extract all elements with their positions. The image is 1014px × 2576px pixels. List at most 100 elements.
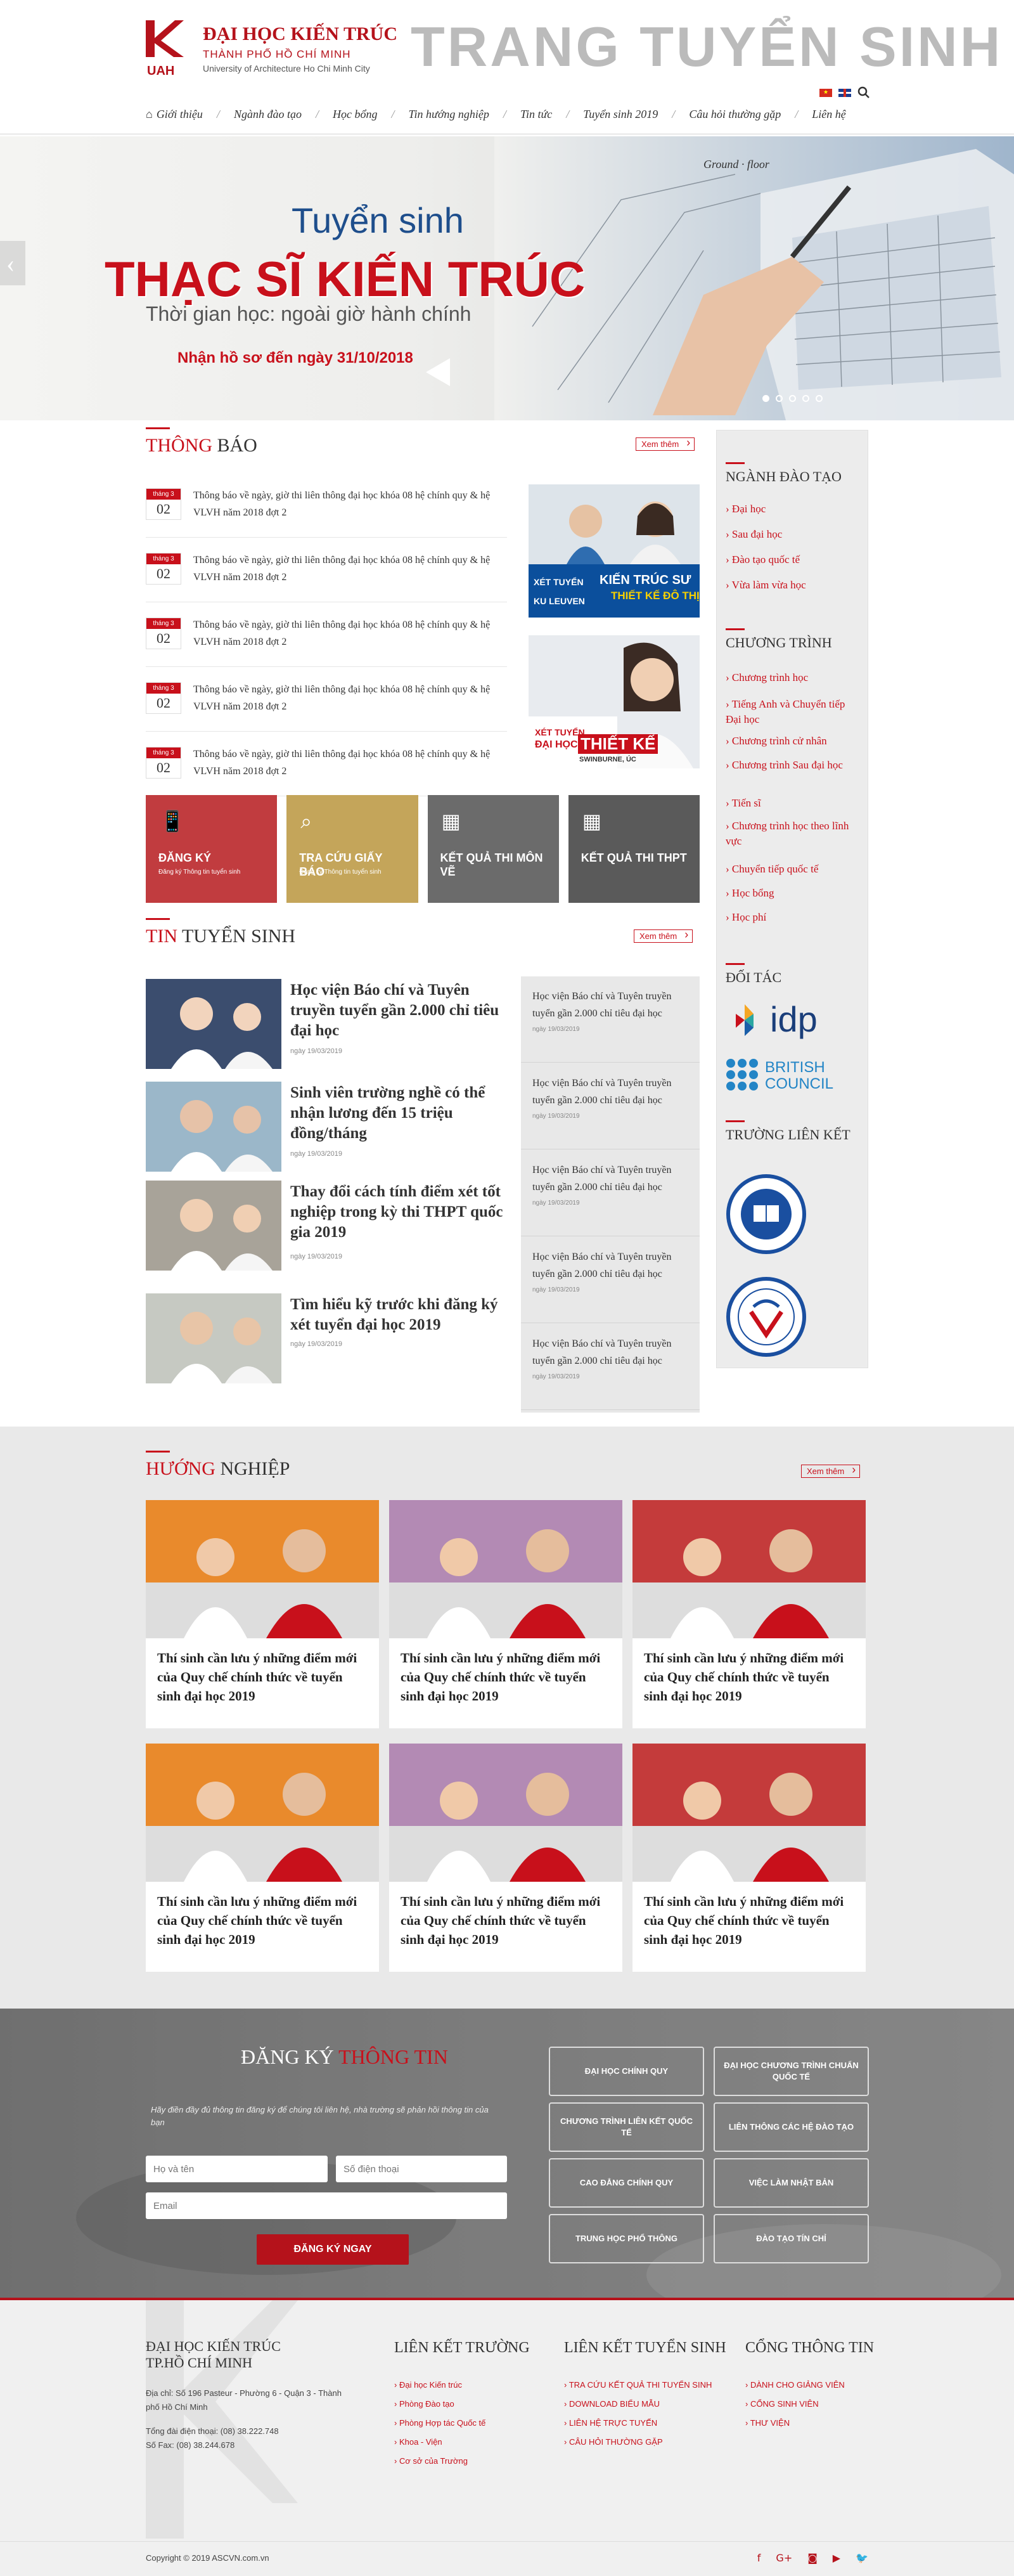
news-item[interactable]: Thay đổi cách tính điểm xét tốt nghiệp t… [146, 1181, 503, 1271]
vietnamese-flag-icon[interactable] [819, 88, 832, 97]
footer-link[interactable]: Đại học Kiến trúc [394, 2380, 462, 2390]
career-card[interactable]: Thí sinh cần lưu ý những điểm mới của Qu… [632, 1500, 866, 1728]
search-icon[interactable] [857, 86, 870, 99]
email-input[interactable] [146, 2192, 507, 2219]
news-more-link[interactable]: Xem thêm [634, 928, 693, 943]
sidebar-training-link[interactable]: Đào tạo quốc tế [726, 552, 859, 567]
hero-slide-dot[interactable] [802, 395, 809, 402]
career-card[interactable]: Thí sinh cần lưu ý những điểm mới của Qu… [146, 1500, 379, 1728]
program-link-button[interactable]: VIỆC LÀM NHẬT BẢN [714, 2158, 869, 2208]
hero-prev-arrow-icon[interactable] [0, 241, 25, 285]
notices-more-link[interactable]: Xem thêm [636, 436, 695, 451]
sidebar-program-link[interactable]: Chương trình học [726, 670, 859, 685]
phone-input[interactable] [336, 2156, 507, 2182]
quick-tile[interactable]: 📱 ĐĂNG KÝ Đăng ký Thông tin tuyển sinh [146, 795, 278, 903]
nav-item[interactable]: Tuyển sinh 2019 [583, 108, 658, 121]
idp-logo[interactable]: idp [726, 999, 840, 1039]
program-link-button[interactable]: ĐẠI HỌC CHÍNH QUY [549, 2047, 704, 2096]
footer-link[interactable]: CỔNG SINH VIÊN [745, 2399, 819, 2409]
quick-tile[interactable]: ▦ KẾT QUẢ THI THPT [568, 795, 700, 903]
news-title[interactable]: Học viện Báo chí và Tuyên truyền tuyển g… [290, 980, 506, 1041]
side-news-item[interactable]: Học viện Báo chí và Tuyên truyền tuyển g… [521, 976, 700, 1063]
sidebar-program-link[interactable]: Chương trình Sau đại học [726, 758, 859, 773]
sidebar-program-link[interactable]: Chương trình học theo lĩnh vực [726, 819, 859, 849]
footer-link[interactable]: LIÊN HỆ TRỰC TUYẾN [564, 2418, 657, 2428]
program-link-button[interactable]: ĐẠI HỌC CHƯƠNG TRÌNH CHUẨN QUỐC TẾ [714, 2047, 869, 2096]
program-link-button[interactable]: LIÊN THÔNG CÁC HỆ ĐÀO TẠO [714, 2102, 869, 2152]
sidebar-program-link[interactable]: Chuyển tiếp quốc tế [726, 862, 859, 877]
side-news-item[interactable]: Học viện Báo chí và Tuyên truyền tuyển g… [521, 1150, 700, 1236]
nav-item[interactable]: Tin tức [520, 108, 552, 121]
footer-link[interactable]: DOWNLOAD BIỂU MẪU [564, 2399, 660, 2409]
career-card[interactable]: Thí sinh cần lưu ý những điểm mới của Qu… [389, 1744, 622, 1972]
sidebar-program-link[interactable]: Tiếng Anh và Chuyển tiếp Đại học [726, 697, 859, 727]
english-flag-icon[interactable] [838, 88, 851, 97]
footer-link[interactable]: Phòng Hợp tác Quốc tế [394, 2418, 485, 2428]
ad-ku-leuven[interactable]: XÉT TUYỂN KIẾN TRÚC SƯ THIẾT KẾ ĐÔ THỊ K… [529, 484, 700, 618]
career-card[interactable]: Thí sinh cần lưu ý những điểm mới của Qu… [389, 1500, 622, 1728]
footer-link[interactable]: TRA CỨU KẾT QUẢ THI TUYỂN SINH [564, 2380, 712, 2390]
news-item[interactable]: Học viện Báo chí và Tuyên truyền tuyển g… [146, 979, 501, 1069]
footer-link[interactable]: Cơ sở của Trường [394, 2456, 468, 2466]
main-nav: ⌂ Giới thiệu / Ngành đào tạo / Học bổng / Tin … [146, 108, 868, 121]
news-title[interactable]: Tìm hiểu kỹ trước khi đăng ký xét tuyển … [290, 1295, 506, 1335]
careers-more-link[interactable]: Xem thêm [801, 1463, 861, 1478]
career-card[interactable]: Thí sinh cần lưu ý những điểm mới của Qu… [632, 1744, 866, 1972]
footer-link[interactable]: DÀNH CHO GIẢNG VIÊN [745, 2380, 845, 2390]
hero-banner[interactable]: Ground · floor Tuyển sinh THẠC SĨ KIẾN T… [0, 136, 1014, 420]
program-link-button[interactable]: TRUNG HỌC PHỔ THÔNG [549, 2214, 704, 2263]
sidebar-program-link[interactable]: Tiến sĩ [726, 796, 859, 811]
sidebar-training-link[interactable]: Đại học [726, 502, 859, 517]
sidebar-training-link[interactable]: Vừa làm vừa học [726, 578, 859, 593]
hero-slide-dot[interactable] [816, 395, 823, 402]
hero-slide-dot[interactable] [762, 395, 769, 402]
twitter-icon[interactable]: 🐦 [856, 2552, 868, 2564]
nav-item[interactable]: Học bổng [333, 108, 378, 121]
footer-link[interactable]: Phòng Đào tạo [394, 2399, 454, 2409]
instagram-icon[interactable]: ◙ [807, 2552, 818, 2564]
sidebar-program-link[interactable]: Học bổng [726, 886, 859, 901]
career-card[interactable]: Thí sinh cần lưu ý những điểm mới của Qu… [146, 1744, 379, 1972]
quick-tile[interactable]: ▦ KẾT QUẢ THI MÔN VẼ [427, 795, 559, 903]
name-input[interactable] [146, 2156, 328, 2182]
ad-swinburne[interactable]: XÉT TUYỂN ĐẠI HỌC THIẾT KẾ SWINBURNE, ÚC [529, 635, 700, 768]
notice-item[interactable]: tháng 3 02 Thông báo về ngày, giờ thi liên… [146, 483, 507, 538]
hero-slide-dot[interactable] [776, 395, 783, 402]
sidebar-program-link[interactable]: Học phí [726, 910, 859, 925]
notice-item[interactable]: tháng 3 02 Thông báo về ngày, giờ thi liên… [146, 742, 507, 796]
notice-item[interactable]: tháng 3 02 Thông báo về ngày, giờ thi liên… [146, 548, 507, 602]
footer-link[interactable]: CÂU HỎI THƯỜNG GẶP [564, 2437, 663, 2447]
program-link-button[interactable]: ĐÀO TẠO TÍN CHỈ [714, 2214, 869, 2263]
news-item[interactable]: Sinh viên trường nghề có thể nhận lương … [146, 1082, 501, 1172]
side-news-item[interactable]: Học viện Báo chí và Tuyên truyền tuyển g… [521, 1063, 700, 1149]
quick-tile[interactable]: ⌕ TRA CỨU GIẤY BÁO Đăng ký Thông tin tuyển… [286, 795, 418, 903]
google-plus-icon[interactable]: G+ [776, 2552, 792, 2564]
news-item[interactable]: Tìm hiểu kỹ trước khi đăng ký xét tuyển … [146, 1293, 501, 1383]
hufi-seal-logo[interactable] [726, 1174, 807, 1255]
facebook-icon[interactable]: f [757, 2552, 761, 2564]
youtube-icon[interactable]: ▶ [833, 2552, 840, 2564]
program-link-button[interactable]: CAO ĐẲNG CHÍNH QUY [549, 2158, 704, 2208]
nav-item[interactable]: Liên hệ [812, 108, 846, 121]
footer-link[interactable]: Khoa - Viện [394, 2437, 442, 2447]
news-title[interactable]: Thay đổi cách tính điểm xét tốt nghiệp t… [290, 1182, 506, 1243]
notice-item[interactable]: tháng 3 02 Thông báo về ngày, giờ thi liên… [146, 677, 507, 732]
copyright-text: Copyright © 2019 ASCVN.com.vn [146, 2553, 269, 2563]
side-news-item[interactable]: Học viện Báo chí và Tuyên truyền tuyển g… [521, 1324, 700, 1410]
sidebar-training-link[interactable]: Sau đại học [726, 527, 859, 542]
british-council-logo[interactable]: BRITISH COUNCIL [726, 1058, 840, 1096]
hero-slide-dot[interactable] [789, 395, 796, 402]
side-news-item[interactable]: Học viện Báo chí và Tuyên truyền tuyển g… [521, 1237, 700, 1323]
news-title[interactable]: Sinh viên trường nghề có thể nhận lương … [290, 1083, 506, 1144]
footer-link[interactable]: THƯ VIỆN [745, 2418, 790, 2428]
nav-item[interactable]: Tin hướng nghiệp [408, 108, 489, 121]
program-link-button[interactable]: CHƯƠNG TRÌNH LIÊN KẾT QUỐC TẾ [549, 2102, 704, 2152]
register-submit-button[interactable]: ĐĂNG KÝ NGAY [257, 2234, 409, 2265]
nav-item[interactable]: Câu hỏi thường gặp [689, 108, 781, 121]
notice-item[interactable]: tháng 3 02 Thông báo về ngày, giờ thi liên… [146, 612, 507, 667]
university-logo[interactable]: UAH ĐẠI HỌC KIẾN TRÚC THÀNH PHỐ HỒ CHÍ M… [146, 20, 397, 77]
vinh-university-seal-logo[interactable] [726, 1276, 807, 1357]
nav-item[interactable]: Ngành đào tạo [234, 108, 302, 121]
sidebar-program-link[interactable]: Chương trình cử nhân [726, 734, 859, 749]
nav-item[interactable]: ⌂ Giới thiệu [146, 108, 203, 121]
